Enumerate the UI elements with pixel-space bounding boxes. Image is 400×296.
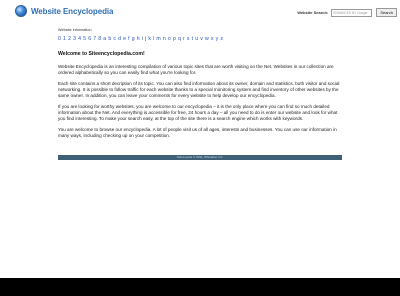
footer-text: Some parts © 2011, Whowhat, Inc. <box>176 155 224 159</box>
alphabet-link-n[interactable]: n <box>163 36 166 42</box>
alphabet-link-l[interactable]: l <box>153 36 154 42</box>
alphabet-link-z[interactable]: z <box>220 36 223 42</box>
alphabet-link-8[interactable]: 8 <box>98 36 101 42</box>
alphabet-link-2[interactable]: 2 <box>68 36 71 42</box>
site-search: Website Search: ENHANCED BY Google Searc… <box>297 8 397 17</box>
page-title: Welcome to Siteencyclopedia.com! <box>58 51 145 57</box>
page-body: Website Encyclopedia Website Search: ENH… <box>0 0 400 278</box>
alphabet-link-v[interactable]: v <box>200 36 203 42</box>
alphabet-link-a[interactable]: a <box>103 36 106 42</box>
info-paragraph: Each site contains a short decription of… <box>58 81 340 98</box>
alphabet-link-u[interactable]: u <box>195 36 198 42</box>
bottom-strip <box>0 278 400 296</box>
alphabet-link-4[interactable]: 4 <box>78 36 81 42</box>
alphabet-link-h[interactable]: h <box>137 36 140 42</box>
section-label: Website information <box>58 28 92 32</box>
alphabet-link-y[interactable]: y <box>216 36 219 42</box>
alphabet-link-d[interactable]: d <box>118 36 121 42</box>
alphabet-link-g[interactable]: g <box>132 36 135 42</box>
alphabet-link-s[interactable]: s <box>187 36 190 42</box>
alphabet-link-7[interactable]: 7 <box>93 36 96 42</box>
search-button[interactable]: Search <box>376 8 397 17</box>
main-content: Welcome to Siteencyclopedia.com! Website… <box>58 51 344 145</box>
footer-bar: Some parts © 2011, Whowhat, Inc. <box>58 155 342 160</box>
search-input[interactable]: ENHANCED BY Google <box>331 8 373 17</box>
alphabet-link-1[interactable]: 1 <box>63 36 66 42</box>
alphabet-link-w[interactable]: w <box>205 36 209 42</box>
alphabet-link-o[interactable]: o <box>168 36 171 42</box>
alphabet-link-m[interactable]: m <box>156 36 160 42</box>
alphabet-link-5[interactable]: 5 <box>83 36 86 42</box>
search-paragraph: If you are looking for worthy websites, … <box>58 104 338 122</box>
globe-icon <box>15 5 27 17</box>
alphabet-link-x[interactable]: x <box>211 36 214 42</box>
alphabet-link-b[interactable]: b <box>108 36 111 42</box>
alphabet-link-q[interactable]: q <box>178 36 181 42</box>
alphabet-link-t[interactable]: t <box>192 36 193 42</box>
alphabet-link-p[interactable]: p <box>173 36 176 42</box>
site-logo[interactable]: Website Encyclopedia <box>15 5 113 17</box>
alphabet-link-3[interactable]: 3 <box>73 36 76 42</box>
alphabet-link-r[interactable]: r <box>183 36 185 42</box>
search-label: Website Search: <box>297 10 329 15</box>
alphabet-nav: 012345678abcdefghijklmnopqrstuvwxyz <box>58 36 225 42</box>
logo-text: Website Encyclopedia <box>31 6 114 16</box>
alphabet-link-j[interactable]: j <box>145 36 146 42</box>
alphabet-link-i[interactable]: i <box>142 36 143 42</box>
welcome-paragraph: You are welcome to browse our encycloped… <box>58 127 337 139</box>
alphabet-link-k[interactable]: k <box>148 36 151 42</box>
alphabet-link-c[interactable]: c <box>113 36 116 42</box>
alphabet-link-6[interactable]: 6 <box>88 36 91 42</box>
alphabet-link-e[interactable]: e <box>123 36 126 42</box>
intro-paragraph: Website Encyclopedia is an interesting c… <box>58 63 334 75</box>
alphabet-link-0[interactable]: 0 <box>58 36 61 42</box>
alphabet-link-f[interactable]: f <box>128 36 129 42</box>
